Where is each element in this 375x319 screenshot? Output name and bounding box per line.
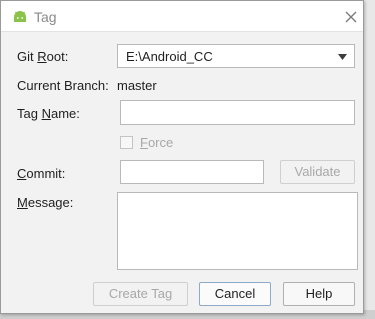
current-branch-label: Current Branch: [17, 78, 109, 93]
force-checkbox[interactable] [120, 136, 133, 149]
message-textarea[interactable] [117, 192, 358, 270]
validate-button[interactable]: Validate [280, 160, 355, 184]
force-label: Force [140, 135, 174, 150]
title-bar[interactable]: Tag [1, 1, 363, 32]
tag-dialog: Tag Git Root: E:\Android_CC Current Bran… [0, 0, 364, 314]
git-root-label: Git Root: [17, 49, 69, 64]
create-tag-button[interactable]: Create Tag [93, 282, 188, 306]
tag-name-label: Tag Name: [17, 106, 80, 121]
dropdown-arrow-icon [338, 54, 347, 60]
close-icon[interactable] [343, 9, 359, 25]
message-label: Message: [17, 195, 74, 210]
git-root-value: E:\Android_CC [126, 49, 213, 64]
commit-input[interactable] [120, 160, 264, 184]
dialog-title: Tag [34, 9, 57, 25]
current-branch-value: master [117, 78, 157, 93]
cancel-button[interactable]: Cancel [199, 282, 271, 306]
android-icon [14, 11, 26, 22]
help-button[interactable]: Help [283, 282, 355, 306]
git-root-dropdown[interactable]: E:\Android_CC [117, 44, 355, 68]
tag-name-input[interactable] [120, 100, 355, 125]
commit-label: Commit: [17, 166, 66, 181]
